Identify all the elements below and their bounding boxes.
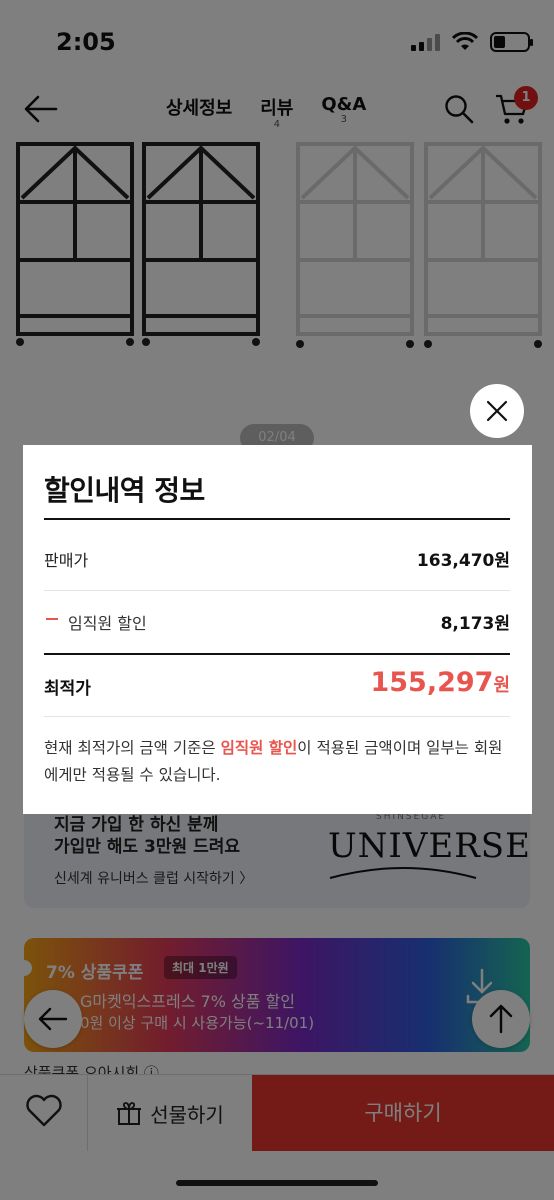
- total-divider: [44, 653, 510, 655]
- close-icon: [486, 400, 508, 422]
- discount-label: 임직원 할인: [68, 614, 147, 633]
- price-notice: 현재 최적가의 금액 기준은 임직원 할인이 적용된 금액이며 일부는 회원에게…: [44, 735, 512, 789]
- minus-icon: [46, 618, 58, 620]
- notice-text-before: 현재 최적가의 금액 기준은: [44, 739, 221, 757]
- final-price: 155,297원: [370, 667, 510, 698]
- title-divider: [44, 518, 510, 520]
- modal-title: 할인내역 정보: [44, 474, 205, 507]
- home-indicator: [176, 1180, 378, 1186]
- final-price-value: 155,297: [370, 667, 494, 698]
- sale-price-label: 판매가: [44, 551, 89, 570]
- notice-divider: [44, 716, 510, 717]
- sale-price-value: 163,470원: [416, 551, 510, 571]
- discount-value: 8,173원: [440, 614, 510, 634]
- close-modal-button[interactable]: [470, 384, 524, 438]
- discount-info-modal: 할인내역 정보 판매가 163,470원 임직원 할인 8,173원 최적가 1…: [23, 445, 532, 814]
- notice-highlight: 임직원 할인: [220, 739, 298, 757]
- final-price-label: 최적가: [44, 679, 91, 699]
- final-price-unit: 원: [493, 675, 510, 696]
- row-divider: [44, 590, 510, 591]
